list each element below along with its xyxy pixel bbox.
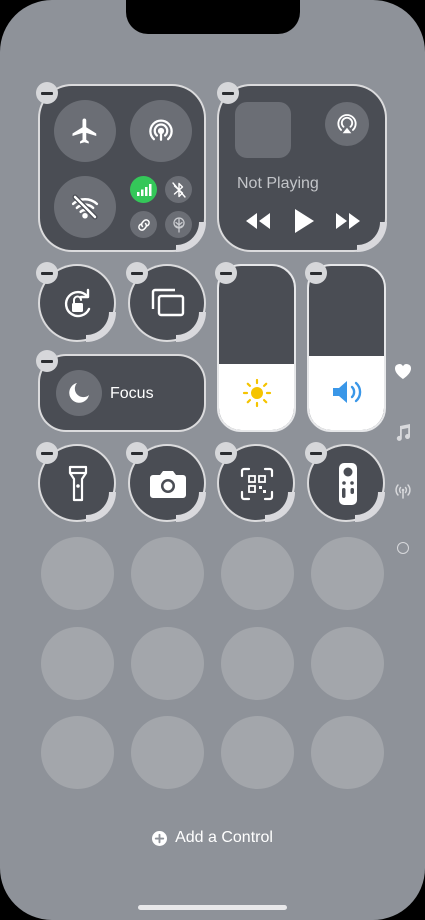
resize-handle[interactable] [176,222,206,252]
resize-handle[interactable] [176,312,206,342]
focus-button[interactable]: Focus [38,354,206,432]
empty-slot[interactable] [41,627,114,700]
remove-code-scanner-button[interactable] [215,442,237,464]
focus-icon-circle [56,370,102,416]
page-indicator-empty[interactable] [397,542,409,554]
empty-slot[interactable] [311,537,384,610]
add-control-button[interactable]: Add a Control [0,829,425,847]
empty-slot[interactable] [221,627,294,700]
remove-now-playing-button[interactable] [217,82,239,104]
airdrop-button[interactable] [130,100,192,162]
link-icon [137,218,150,231]
speaker-icon [333,381,362,403]
album-artwork [235,102,291,158]
rewind-icon [246,213,270,229]
airplay-icon [337,114,357,134]
page-indicator-favorites[interactable] [394,363,412,380]
remove-focus-button[interactable] [36,350,58,372]
resize-handle[interactable] [86,492,116,522]
previous-track-button[interactable] [245,212,271,230]
airplane-mode-button[interactable] [54,100,116,162]
volume-slider[interactable] [307,264,386,432]
heart-icon [394,364,412,379]
resize-handle[interactable] [176,492,206,522]
empty-slot[interactable] [221,537,294,610]
empty-slot[interactable] [311,716,384,789]
page-indicator-connectivity[interactable] [393,483,413,499]
resize-handle[interactable] [355,492,385,522]
sun-icon [242,378,272,408]
cellular-icon [136,183,151,196]
cellular-button[interactable] [130,176,157,203]
remove-brightness-button[interactable] [215,262,237,284]
connectivity-module[interactable] [38,84,206,252]
bluetooth-button[interactable] [165,176,192,203]
remove-connectivity-button[interactable] [36,82,58,104]
remove-rotation-lock-button[interactable] [36,262,58,284]
empty-slot[interactable] [131,627,204,700]
airplay-button[interactable] [325,102,369,146]
airplane-icon [72,118,97,144]
play-icon [295,209,314,233]
brightness-slider[interactable] [217,264,296,432]
music-note-icon [396,424,410,441]
resize-handle[interactable] [357,222,387,252]
empty-slot[interactable] [41,537,114,610]
play-button[interactable] [293,208,315,234]
focus-label: Focus [110,385,154,402]
empty-slot[interactable] [221,716,294,789]
control-center-edit-screen: Not Playing Focus Add a Control [0,0,425,920]
resize-handle[interactable] [86,312,116,342]
home-indicator[interactable] [138,905,287,910]
now-playing-status: Not Playing [237,175,319,192]
remove-volume-button[interactable] [305,262,327,284]
wifi-off-icon [71,194,99,220]
bluetooth-off-icon [171,181,186,198]
moon-icon [69,383,89,403]
resize-handle[interactable] [265,492,295,522]
now-playing-module[interactable]: Not Playing [217,84,387,252]
empty-slot[interactable] [41,716,114,789]
plus-circle-icon [152,830,168,846]
empty-slot[interactable] [131,537,204,610]
remove-camera-button[interactable] [126,442,148,464]
page-indicator-music[interactable] [395,423,411,443]
remove-remote-button[interactable] [305,442,327,464]
remove-flashlight-button[interactable] [36,442,58,464]
airdrop-icon [149,119,173,141]
personal-hotspot-button[interactable] [130,211,157,238]
wifi-button[interactable] [54,176,116,238]
add-control-label: Add a Control [175,829,273,846]
empty-slot[interactable] [311,627,384,700]
empty-slot[interactable] [131,716,204,789]
remove-screen-mirroring-button[interactable] [126,262,148,284]
notch [126,0,300,34]
antenna-icon [395,484,411,499]
